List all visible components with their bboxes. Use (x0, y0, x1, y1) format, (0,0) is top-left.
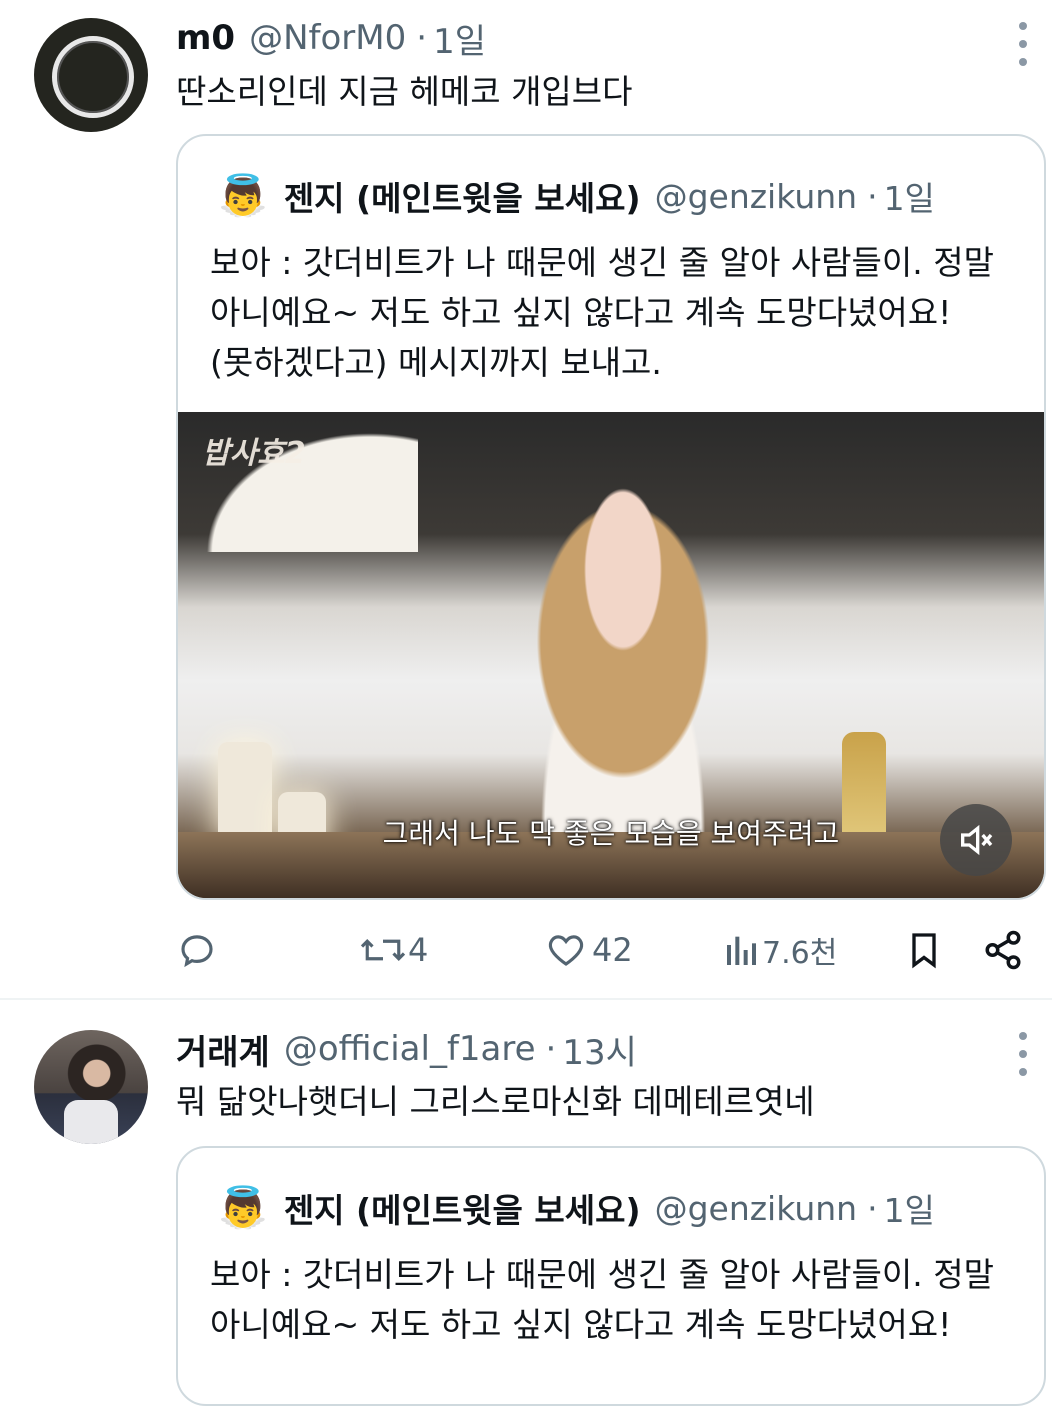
quoted-text-line: 보아 : 갓더비트가 나 때문에 생긴 줄 알아 사람들이. 정말 (210, 1255, 994, 1294)
reply-icon (181, 935, 213, 968)
tweet-text: 딴소리인데 지금 헤메코 개입브다 (176, 72, 633, 111)
tweet-actions: 4 42 7.6천 (176, 922, 1026, 978)
separator-dot: · (416, 18, 428, 58)
quoted-text-line: 보아 : 갓더비트가 나 때문에 생긴 줄 알아 사람들이. 정말 (210, 243, 994, 282)
quoted-tweet-time: 1일 (883, 179, 935, 218)
more-icon[interactable] (1016, 1032, 1030, 1076)
video-subject (478, 452, 768, 872)
avatar[interactable] (34, 18, 148, 132)
like-count: 42 (592, 931, 633, 969)
quoted-tweet-header: 👼 젠지 (메인트윗을 보세요) @genzikunn · 1일 (218, 172, 935, 220)
quoted-tweet-text: 보아 : 갓더비트가 나 때문에 생긴 줄 알아 사람들이. 정말 아니예요~ … (210, 238, 994, 388)
view-count: 7.6천 (762, 936, 838, 971)
separator-dot: · (545, 1029, 557, 1069)
quoted-text-line: 아니예요~ 저도 하고 싶지 않다고 계속 도망다녔어요! (210, 1305, 952, 1344)
retweet-button[interactable]: 4 (358, 922, 428, 978)
quoted-avatar: 👼 (218, 1185, 268, 1231)
video-caption: 그래서 나도 막 좋은 모습을 보여주려고 (382, 817, 840, 850)
tweet[interactable]: m0 @NforM0 · 1일 딴소리인데 지금 헤메코 개입브다 👼 젠지 (… (0, 0, 1052, 1000)
retweet-icon (360, 939, 406, 961)
avatar[interactable] (34, 1030, 148, 1144)
quoted-tweet-header: 👼 젠지 (메인트윗을 보세요) @genzikunn · 1일 (218, 1184, 935, 1232)
quoted-tweet-time: 1일 (883, 1191, 935, 1230)
video-logo: 밥사효2 (202, 436, 306, 471)
tweet-header: 거래계 @official_f1are · 13시 (176, 1025, 637, 1074)
quoted-tweet[interactable]: 👼 젠지 (메인트윗을 보세요) @genzikunn · 1일 보아 : 갓더… (176, 134, 1046, 900)
more-icon[interactable] (1016, 22, 1030, 66)
quoted-avatar: 👼 (218, 173, 268, 219)
separator-dot: · (867, 176, 878, 216)
tweet-time[interactable]: 13시 (562, 1025, 637, 1074)
reply-button[interactable] (176, 922, 218, 978)
quoted-author-handle: @genzikunn (654, 1188, 858, 1228)
quoted-author-name: 젠지 (메인트윗을 보세요) (283, 1191, 641, 1230)
author-handle[interactable]: @official_f1are (284, 1029, 536, 1069)
author-name[interactable]: m0 (176, 18, 235, 58)
tweet-header: m0 @NforM0 · 1일 (176, 14, 486, 63)
separator-dot: · (867, 1188, 878, 1228)
quoted-tweet[interactable]: 👼 젠지 (메인트윗을 보세요) @genzikunn · 1일 보아 : 갓더… (176, 1146, 1046, 1406)
author-handle[interactable]: @NforM0 (249, 18, 406, 58)
share-icon (985, 930, 1021, 970)
quoted-author-handle: @genzikunn (654, 176, 858, 216)
bookmark-button[interactable] (904, 922, 944, 978)
quoted-text-line: 아니예요~ 저도 하고 싶지 않다고 계속 도망다녔어요! (210, 293, 952, 332)
volume-mute-icon[interactable] (940, 804, 1012, 876)
author-name[interactable]: 거래계 (176, 1025, 270, 1074)
quoted-author-name: 젠지 (메인트윗을 보세요) (283, 179, 641, 218)
quoted-text-line: (못하겠다고) 메시지까지 보내고. (210, 343, 662, 382)
tweet[interactable]: 거래계 @official_f1are · 13시 뭐 닮앗나햇더니 그리스로마… (0, 1000, 1052, 1406)
views-button[interactable]: 7.6천 (722, 922, 837, 978)
like-button[interactable]: 42 (544, 922, 633, 978)
tweet-time[interactable]: 1일 (433, 14, 486, 63)
bookmark-icon (912, 933, 936, 969)
tweet-text: 뭐 닮앗나햇더니 그리스로마신화 데메테르엿네 (176, 1082, 815, 1121)
share-button[interactable] (982, 922, 1024, 978)
quoted-tweet-text: 보아 : 갓더비트가 나 때문에 생긴 줄 알아 사람들이. 정말 아니예요~ … (210, 1250, 994, 1350)
heart-icon (548, 935, 584, 966)
views-icon (727, 936, 756, 965)
video-player[interactable]: 밥사효2 그래서 나도 막 좋은 모습을 보여주려고 (178, 412, 1044, 898)
retweet-count: 4 (408, 931, 429, 969)
